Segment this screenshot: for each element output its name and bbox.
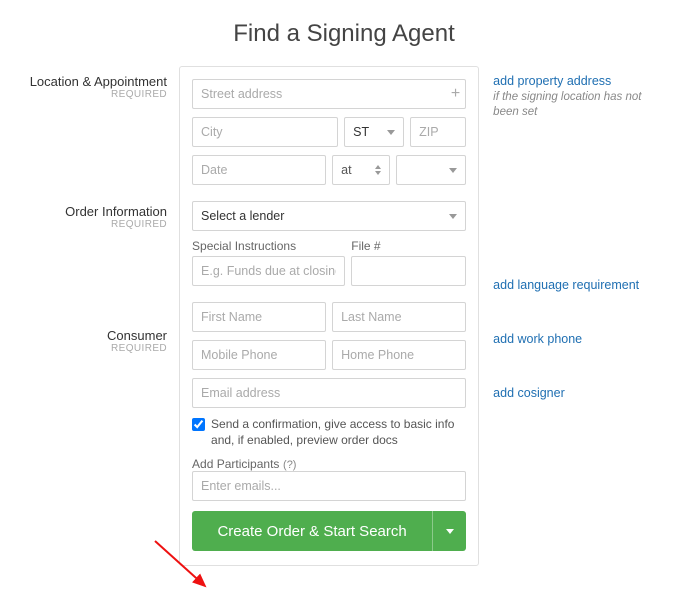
required-label: REQUIRED [20, 343, 167, 354]
send-confirmation-text: Send a confirmation, give access to basi… [211, 416, 466, 448]
time-select[interactable] [396, 155, 466, 185]
updown-icon [375, 165, 381, 175]
email-input[interactable] [192, 378, 466, 408]
required-label: REQUIRED [20, 219, 167, 230]
section-label-consumer: Consumer [20, 328, 167, 343]
first-name-input[interactable] [192, 302, 326, 332]
help-icon[interactable]: (?) [283, 459, 296, 471]
file-number-input[interactable] [351, 256, 466, 286]
at-label: at [341, 163, 351, 177]
add-address-plus-icon[interactable]: + [451, 86, 460, 102]
special-instructions-input[interactable] [192, 256, 345, 286]
chevron-down-icon [449, 168, 457, 173]
add-property-address-link[interactable]: add property address [493, 74, 668, 88]
send-confirmation-checkbox[interactable] [192, 418, 205, 431]
add-language-link[interactable]: add language requirement [493, 278, 668, 292]
participants-input[interactable] [192, 471, 466, 501]
page-title: Find a Signing Agent [20, 20, 668, 48]
section-label-location: Location & Appointment [20, 74, 167, 89]
add-property-hint: if the signing location has not been set [493, 90, 668, 120]
create-order-dropdown-button[interactable] [432, 511, 466, 551]
chevron-down-icon [449, 214, 457, 219]
form-panel: + ST at Select a lende [179, 66, 479, 566]
section-label-order: Order Information [20, 204, 167, 219]
zip-input[interactable] [410, 117, 466, 147]
add-cosigner-link[interactable]: add cosigner [493, 386, 668, 400]
city-input[interactable] [192, 117, 338, 147]
state-label: ST [353, 125, 369, 139]
required-label: REQUIRED [20, 89, 167, 100]
add-work-phone-link[interactable]: add work phone [493, 332, 668, 346]
street-address-input[interactable] [192, 79, 466, 109]
date-input[interactable] [192, 155, 326, 185]
participants-label: Add Participants [192, 457, 279, 471]
last-name-input[interactable] [332, 302, 466, 332]
home-phone-input[interactable] [332, 340, 466, 370]
at-select[interactable]: at [332, 155, 390, 185]
lender-placeholder: Select a lender [201, 209, 284, 223]
create-order-button[interactable]: Create Order & Start Search [192, 511, 432, 551]
mobile-phone-input[interactable] [192, 340, 326, 370]
special-instructions-label: Special Instructions [192, 239, 345, 253]
state-select[interactable]: ST [344, 117, 404, 147]
file-number-label: File # [351, 239, 466, 253]
lender-select[interactable]: Select a lender [192, 201, 466, 231]
chevron-down-icon [446, 529, 454, 534]
chevron-down-icon [387, 130, 395, 135]
